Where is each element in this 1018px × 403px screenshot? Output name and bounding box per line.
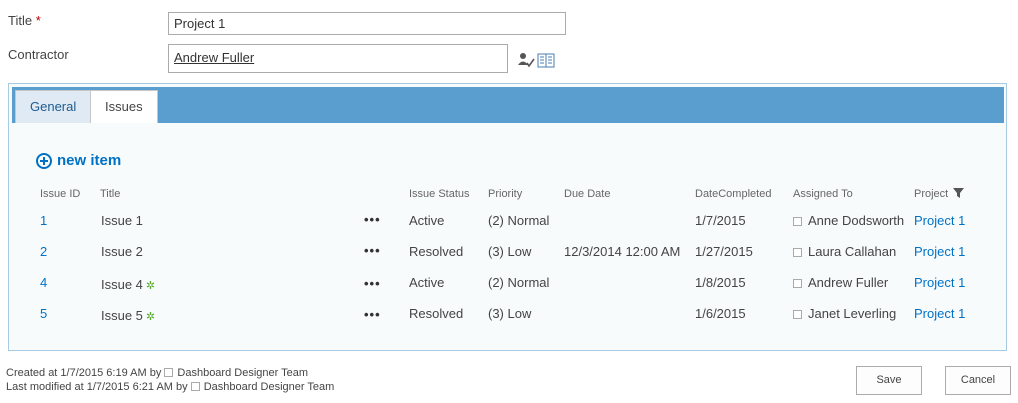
required-mark: * [35,13,41,28]
issue-project-link[interactable]: Project 1 [914,275,965,290]
item-menu-button[interactable]: ••• [364,276,381,291]
issue-status: Active [409,275,445,290]
presence-icon [793,279,802,288]
address-book-icon[interactable] [537,53,555,71]
title-label: Title * [8,13,41,28]
column-header-due-date[interactable]: Due Date [564,188,610,200]
assigned-name[interactable]: Anne Dodsworth [808,213,904,228]
contractor-input[interactable]: Andrew Fuller [168,44,508,73]
new-item-link[interactable]: new item [36,152,121,169]
check-names-icon[interactable] [517,52,535,71]
new-item-icon: ✲ [145,280,156,292]
issue-priority: (2) Normal [488,275,550,290]
issue-priority: (3) Low [488,244,532,259]
issue-priority: (3) Low [488,306,532,321]
item-menu-button[interactable]: ••• [364,243,381,258]
issue-priority: (2) Normal [488,213,550,228]
issue-id-link[interactable]: 2 [40,244,47,259]
title-label-text: Title [8,13,33,28]
created-info: Created at 1/7/2015 6:19 AM by Dashboard… [6,367,308,379]
item-menu-button[interactable]: ••• [364,307,381,322]
issue-title[interactable]: Issue 2 [101,244,143,259]
issue-title[interactable]: Issue 5 [101,308,143,323]
issue-assigned-to[interactable]: Janet Leverling [793,306,896,321]
presence-icon [793,310,802,319]
column-header-project-label: Project [914,188,949,200]
filter-icon [953,188,965,201]
column-header-title[interactable]: Title [100,188,120,200]
column-header-priority[interactable]: Priority [488,188,522,200]
issue-project-link[interactable]: Project 1 [914,213,965,228]
assigned-name[interactable]: Laura Callahan [808,244,896,259]
issue-id-link[interactable]: 5 [40,306,47,321]
issue-status: Resolved [409,306,464,321]
issue-status: Active [409,213,445,228]
modified-info: Last modified at 1/7/2015 6:21 AM by Das… [6,381,334,393]
issue-title-cell[interactable]: Issue 4 ✲ [101,277,155,292]
issue-id-link[interactable]: 4 [40,275,47,290]
title-input[interactable]: Project 1 [168,12,566,35]
presence-icon [793,248,802,257]
column-header-date-completed[interactable]: DateCompleted [695,188,771,200]
cancel-button[interactable]: Cancel [945,366,1011,395]
issue-assigned-to[interactable]: Laura Callahan [793,244,896,259]
presence-icon [793,217,802,226]
item-menu-button[interactable]: ••• [364,212,381,227]
tab-general[interactable]: General [15,90,92,123]
contractor-label: Contractor [8,47,69,62]
issue-status: Resolved [409,244,464,259]
created-prefix: Created at 1/7/2015 6:19 AM by [6,367,162,379]
presence-icon [190,382,200,391]
issue-date-completed: 1/7/2015 [695,213,746,228]
issue-title[interactable]: Issue 4 [101,277,143,292]
issue-assigned-to[interactable]: Anne Dodsworth [793,213,904,228]
save-button[interactable]: Save [856,366,922,395]
assigned-name[interactable]: Janet Leverling [808,306,896,321]
issue-title-cell[interactable]: Issue 5 ✲ [101,308,155,323]
tab-strip: General Issues [12,87,1004,123]
created-by[interactable]: Dashboard Designer Team [177,367,308,379]
issue-title[interactable]: Issue 1 [101,213,143,228]
presence-icon [164,368,174,377]
issue-date-completed: 1/27/2015 [695,244,753,259]
issue-due-date: 12/3/2014 12:00 AM [564,244,681,259]
column-header-project[interactable]: Project [914,188,965,201]
issue-assigned-to[interactable]: Andrew Fuller [793,275,888,290]
issue-project-link[interactable]: Project 1 [914,244,965,259]
modified-prefix: Last modified at 1/7/2015 6:21 AM by [6,381,188,393]
column-header-issue-id[interactable]: Issue ID [40,188,80,200]
column-header-issue-status[interactable]: Issue Status [409,188,470,200]
issue-date-completed: 1/6/2015 [695,306,746,321]
contractor-value[interactable]: Andrew Fuller [174,50,254,65]
add-circle-icon [36,152,52,169]
modified-by[interactable]: Dashboard Designer Team [204,381,335,393]
tab-panel: General Issues new item Issue ID Title I… [8,83,1007,351]
new-item-icon: ✲ [145,311,156,323]
issue-date-completed: 1/8/2015 [695,275,746,290]
column-header-assigned-to[interactable]: Assigned To [793,188,853,200]
assigned-name[interactable]: Andrew Fuller [808,275,888,290]
new-item-label: new item [57,152,122,169]
tab-issues[interactable]: Issues [90,90,158,123]
issue-id-link[interactable]: 1 [40,213,47,228]
issue-project-link[interactable]: Project 1 [914,306,965,321]
